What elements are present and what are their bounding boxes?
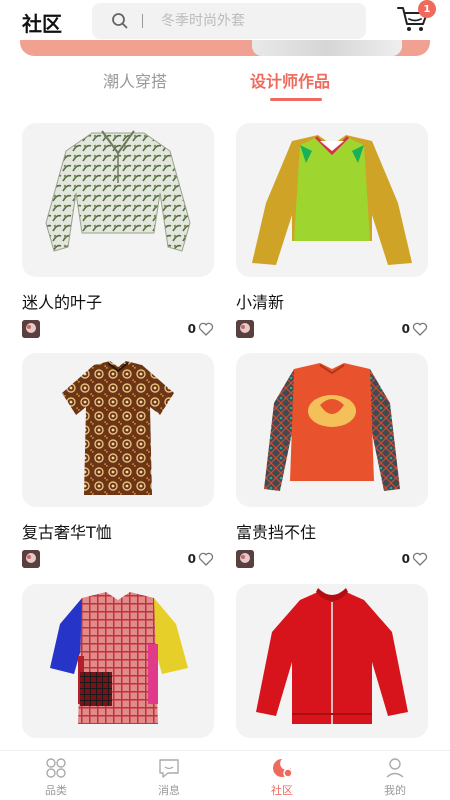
heart-icon [412, 321, 428, 337]
avatar[interactable] [22, 550, 40, 568]
tab-label: 品类 [45, 784, 67, 797]
search-icon [110, 11, 130, 31]
cart-button[interactable]: 1 [396, 0, 436, 36]
grid-icon [43, 756, 69, 780]
like-button[interactable]: 0 [188, 551, 214, 567]
orange-longsleeve-icon [236, 353, 428, 507]
product-name: 小清新 [236, 293, 285, 312]
page-title: 社区 [22, 12, 62, 36]
tab-profile[interactable]: 我的 [365, 756, 425, 798]
tab-label: 社区 [271, 784, 293, 797]
avatar[interactable] [236, 320, 254, 338]
tab-trendy-outfits[interactable]: 潮人穿搭 [103, 68, 167, 92]
like-button[interactable]: 0 [188, 321, 214, 337]
header: 社区 1 [0, 0, 450, 44]
cart-badge: 1 [418, 0, 436, 18]
search-input[interactable] [161, 13, 341, 29]
product-meta: 0 [22, 320, 214, 340]
tab-label: 消息 [158, 784, 180, 797]
like-count: 0 [401, 322, 410, 336]
tab-designer-works[interactable]: 设计师作品 [250, 68, 330, 92]
community-icon [269, 756, 295, 780]
plaid-colorblock-top-icon [22, 584, 214, 738]
avatar[interactable] [22, 320, 40, 338]
heart-icon [412, 551, 428, 567]
tab-messages[interactable]: 消息 [139, 756, 199, 798]
text-cursor [142, 14, 143, 28]
tab-label: 我的 [384, 784, 406, 797]
product-meta: 0 [236, 320, 428, 340]
tab-community[interactable]: 社区 [252, 756, 312, 798]
red-zip-jacket-icon [236, 584, 428, 738]
bottom-tab-bar: 品类 消息 社区 我的 [0, 750, 450, 800]
search-bar[interactable] [92, 3, 366, 39]
tab-bar-top: 潮人穿搭 设计师作品 [0, 62, 450, 106]
banner-carousel[interactable] [20, 40, 430, 56]
active-tab-indicator [270, 98, 322, 101]
avatar[interactable] [236, 550, 254, 568]
product-card[interactable]: 复古奢华T恤 0 [22, 353, 214, 568]
product-name: 迷人的叶子 [22, 293, 103, 312]
like-count: 0 [401, 552, 410, 566]
product-card[interactable]: 富贵挡不住 0 [236, 353, 428, 568]
product-name: 复古奢华T恤 [22, 523, 112, 542]
chat-icon [156, 756, 182, 780]
patterned-tshirt-icon [22, 353, 214, 507]
product-card[interactable] [22, 584, 214, 738]
green-yellow-blouse-icon [236, 123, 428, 277]
user-icon [382, 756, 408, 780]
heart-icon [198, 551, 214, 567]
floral-hoodie-icon [22, 123, 214, 277]
product-card[interactable]: 小清新 0 [236, 123, 428, 338]
product-name: 富贵挡不住 [236, 523, 317, 542]
like-button[interactable]: 0 [402, 551, 428, 567]
like-count: 0 [187, 322, 196, 336]
product-card[interactable] [236, 584, 428, 738]
product-meta: 0 [22, 550, 214, 570]
product-card[interactable]: 迷人的叶子 0 [22, 123, 214, 338]
like-button[interactable]: 0 [402, 321, 428, 337]
like-count: 0 [187, 552, 196, 566]
heart-icon [198, 321, 214, 337]
product-meta: 0 [236, 550, 428, 570]
tab-category[interactable]: 品类 [26, 756, 86, 798]
